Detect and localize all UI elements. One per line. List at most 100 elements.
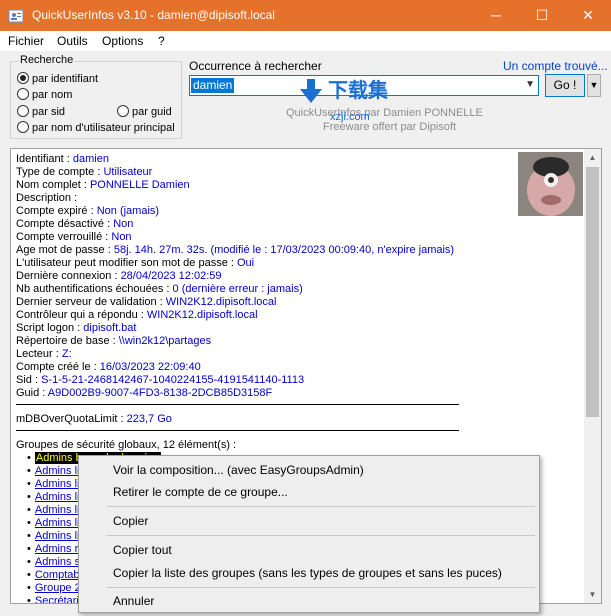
radio-par-nom[interactable]: par nom [17, 88, 72, 102]
download-arrow-icon [300, 79, 322, 103]
bullet: • [27, 504, 31, 516]
vertical-scrollbar[interactable]: ▲ ▼ [584, 149, 601, 603]
field-sid: Sid : S-1-5-21-2468142467-1040224155-419… [16, 374, 305, 386]
bullet: • [27, 452, 31, 464]
watermark-text: 下载集 [328, 80, 388, 102]
context-menu: Voir la composition... (avec EasyGroupsA… [78, 455, 540, 613]
radio-label: par nom d'utilisateur principal [32, 122, 175, 134]
menu-separator [107, 587, 535, 588]
field-identifiant: Identifiant : damien [16, 153, 109, 165]
radio-par-upn[interactable]: par nom d'utilisateur principal [17, 121, 175, 135]
group-item[interactable]: • Admins lis [27, 504, 85, 517]
menu-fichier[interactable]: Fichier [8, 34, 44, 48]
group-item[interactable]: • Groupe 2 [27, 582, 81, 595]
field-type-compte: Type de compte : Utilisateur [16, 166, 153, 178]
scroll-thumb[interactable] [586, 167, 599, 417]
radio-par-identifiant[interactable]: par identifiant [17, 72, 98, 86]
radio-par-guid[interactable]: par guid [117, 105, 172, 119]
radio-dot[interactable] [17, 105, 29, 117]
bullet: • [27, 569, 31, 581]
group-item[interactable]: • Admins lis [27, 478, 85, 491]
bullet: • [27, 595, 31, 604]
field-controleur: Contrôleur qui a répondu : WIN2K12.dipis… [16, 309, 258, 321]
group-item[interactable]: • Secrétari [27, 595, 79, 604]
menu-item-retirer-compte[interactable]: Retirer le compte de ce groupe... [113, 485, 288, 499]
field-quota: mDBOverQuotaLimit : 223,7 Go [16, 413, 172, 425]
search-group-label: Recherche [19, 54, 75, 67]
field-script-logon: Script logon : dipisoft.bat [16, 322, 137, 334]
minimize-button[interactable]: ─ [473, 0, 519, 31]
group-item[interactable]: • Admins lis [27, 530, 85, 543]
group-name[interactable]: Admins s [35, 556, 80, 568]
scroll-down-icon[interactable]: ▼ [584, 586, 601, 603]
app-icon [8, 9, 24, 23]
bullet: • [27, 582, 31, 594]
group-item[interactable]: • Admins lis [27, 465, 85, 478]
radio-dot-checked[interactable] [17, 72, 29, 84]
groups-header: Groupes de sécurité globaux, 12 élément(… [16, 439, 237, 451]
radio-label: par nom [32, 89, 73, 101]
group-item[interactable]: • Admins s [27, 556, 80, 569]
chevron-down-icon[interactable]: ▼ [525, 79, 535, 90]
radio-dot[interactable] [17, 121, 29, 133]
menu-item-copier[interactable]: Copier [113, 514, 148, 528]
field-derniere-connexion: Dernière connexion : 28/04/2023 12:02:59 [16, 270, 222, 282]
menu-separator [107, 535, 535, 536]
group-name[interactable]: Admins re [35, 543, 85, 555]
group-item[interactable]: • Comptab [27, 569, 80, 582]
field-lecteur: Lecteur : Z: [16, 348, 72, 360]
menu-separator [107, 506, 535, 507]
field-age-mot-de-passe: Age mot de passe : 58j. 14h. 27m. 32s. (… [16, 244, 455, 256]
menu-help[interactable]: ? [158, 34, 165, 48]
menu-item-copier-tout[interactable]: Copier tout [113, 543, 172, 557]
field-repertoire-base: Répertoire de base : \\win2k12\partages [16, 335, 212, 347]
field-compte-verrouille: Compte verrouillé : Non [16, 231, 132, 243]
maximize-button[interactable]: ☐ [519, 0, 565, 31]
radio-dot[interactable] [117, 105, 129, 117]
watermark-sub: xzji.com [330, 111, 370, 123]
menu-item-annuler[interactable]: Annuler [113, 594, 154, 608]
found-account-link[interactable]: Un compte trouvé... [503, 59, 608, 73]
bullet: • [27, 517, 31, 529]
group-item[interactable]: • Admins lis [27, 517, 85, 530]
field-compte-cree: Compte créé le : 16/03/2023 22:09:40 [16, 361, 201, 373]
go-dropdown-button[interactable]: ▼ [587, 74, 601, 97]
field-peut-modifier-mdp: L'utilisateur peut modifier son mot de p… [16, 257, 255, 269]
search-input[interactable]: damien [191, 78, 235, 93]
group-item[interactable]: • Admins lis [27, 491, 85, 504]
menu-item-voir-composition[interactable]: Voir la composition... (avec EasyGroupsA… [113, 463, 364, 477]
menu-bar: Fichier Outils Options ? [0, 31, 611, 51]
window-title: QuickUserInfos v3.10 - damien@dipisoft.l… [32, 8, 275, 22]
bullet: • [27, 465, 31, 477]
field-dernier-serveur: Dernier serveur de validation : WIN2K12.… [16, 296, 277, 308]
go-button[interactable]: Go ! [545, 74, 585, 97]
radio-dot[interactable] [17, 88, 29, 100]
separator [16, 430, 459, 431]
occurrence-label: Occurrence à rechercher [189, 59, 322, 73]
radio-label: par sid [32, 106, 66, 118]
bullet: • [27, 478, 31, 490]
menu-outils[interactable]: Outils [57, 34, 88, 48]
scroll-up-icon[interactable]: ▲ [584, 149, 601, 166]
bullet: • [27, 543, 31, 555]
field-compte-expire: Compte expiré : Non (jamais) [16, 205, 160, 217]
group-name[interactable]: Groupe 2 [35, 582, 81, 594]
group-item[interactable]: • Admins re [27, 543, 84, 556]
bullet: • [27, 556, 31, 568]
radio-label: par guid [132, 106, 172, 118]
title-bar: QuickUserInfos v3.10 - damien@dipisoft.l… [0, 0, 611, 31]
field-nb-auth-echouees: Nb authentifications échouées : 0 (derni… [16, 283, 303, 295]
close-button[interactable]: ✕ [565, 0, 611, 31]
group-name[interactable]: Comptab [35, 569, 80, 581]
bullet: • [27, 530, 31, 542]
field-description: Description : [16, 192, 78, 204]
radio-par-sid[interactable]: par sid [17, 105, 65, 119]
menu-options[interactable]: Options [102, 34, 143, 48]
bullet: • [27, 491, 31, 503]
field-nom-complet: Nom complet : PONNELLE Damien [16, 179, 190, 191]
field-compte-desactive: Compte désactivé : Non [16, 218, 134, 230]
menu-item-copier-liste-groupes[interactable]: Copier la liste des groupes (sans les ty… [113, 566, 502, 580]
radio-label: par identifiant [32, 73, 99, 85]
group-name[interactable]: Secrétari [35, 595, 79, 603]
user-photo-image [518, 152, 583, 216]
